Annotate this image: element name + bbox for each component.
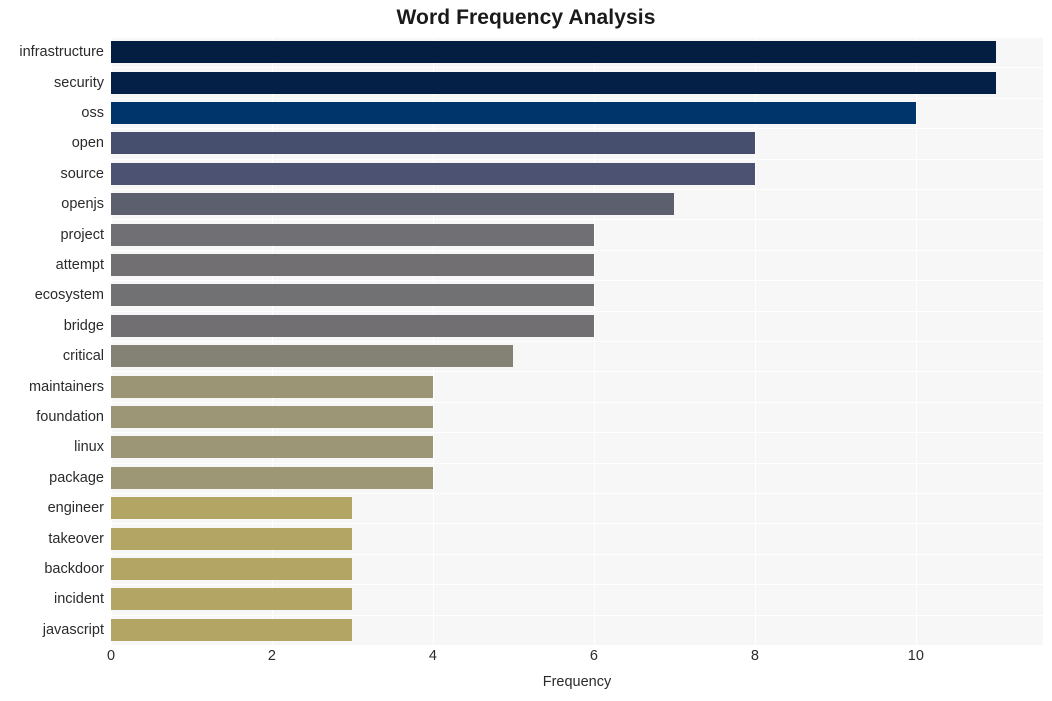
bar: [111, 436, 433, 459]
bar-row: [111, 280, 1043, 310]
bar: [111, 405, 433, 428]
bar: [111, 618, 353, 641]
y-axis-label: project: [60, 226, 104, 243]
plot-area: [111, 37, 1043, 646]
y-axis-label: critical: [62, 348, 104, 365]
bar-row: [111, 67, 1043, 97]
y-axis-label: incident: [54, 591, 104, 608]
bar: [111, 466, 433, 489]
bar: [111, 253, 594, 276]
bar: [111, 588, 353, 611]
bar-row: [111, 189, 1043, 219]
y-axis-label: backdoor: [44, 561, 104, 577]
x-axis-tick: 8: [750, 648, 759, 664]
x-axis-title: Frequency: [542, 674, 612, 690]
bar-row: [111, 402, 1043, 432]
x-axis-tick: 0: [106, 648, 116, 664]
x-axis-tick: 2: [267, 648, 276, 664]
y-axis-label: open: [71, 135, 104, 152]
x-axis-tick: 10: [907, 648, 924, 664]
gridline-horizontal: [111, 645, 1043, 646]
bar: [111, 41, 997, 64]
y-axis-label: bridge: [63, 317, 104, 334]
bar: [111, 132, 755, 155]
bar-row: [111, 128, 1043, 158]
bar: [111, 162, 755, 185]
bar-row: [111, 554, 1043, 584]
y-axis-label: security: [54, 74, 104, 91]
bar: [111, 557, 353, 580]
y-axis-label: foundation: [36, 409, 104, 425]
bar: [111, 375, 433, 398]
bar: [111, 284, 594, 307]
bar-row: [111, 311, 1043, 341]
x-axis-tick: 6: [589, 648, 598, 664]
bar: [111, 314, 594, 337]
bar-row: [111, 463, 1043, 493]
bar-row: [111, 159, 1043, 189]
bar-row: [111, 493, 1043, 523]
bar: [111, 497, 353, 520]
bar: [111, 193, 675, 216]
y-axis-label: infrastructure: [19, 44, 104, 61]
bar-row: [111, 98, 1043, 128]
y-axis-label: source: [60, 165, 104, 182]
bar: [111, 71, 997, 94]
y-axis-label: oss: [81, 105, 104, 121]
y-axis-label: maintainers: [29, 378, 104, 395]
x-axis-tick: 4: [428, 648, 437, 664]
bar: [111, 101, 916, 124]
bar-row: [111, 371, 1043, 401]
bar: [111, 223, 594, 246]
y-axis-category-labels: infrastructure security oss open source openj…: [0, 37, 104, 645]
y-axis-label: attempt: [55, 257, 104, 273]
word-frequency-bar-chart: Word Frequency Analysis infrastructure se…: [0, 0, 1052, 701]
bar-row: [111, 615, 1043, 645]
bar-row: [111, 250, 1043, 280]
bar: [111, 527, 353, 550]
y-axis-label: linux: [74, 439, 104, 456]
x-axis-tick-labels: 0 2 4 6 8 10: [0, 648, 1052, 672]
y-axis-label: ecosystem: [34, 287, 104, 304]
bar-row: [111, 432, 1043, 462]
bar-row: [111, 584, 1043, 614]
y-axis-label: openjs: [61, 196, 104, 213]
y-axis-label: package: [49, 469, 104, 486]
y-axis-label: takeover: [48, 530, 104, 547]
bar-row: [111, 219, 1043, 249]
bar-row: [111, 523, 1043, 553]
bar: [111, 345, 514, 368]
bar-row: [111, 37, 1043, 67]
bar-row: [111, 341, 1043, 371]
y-axis-label: javascript: [42, 621, 104, 638]
chart-title: Word Frequency Analysis: [396, 6, 656, 29]
y-axis-label: engineer: [47, 500, 104, 517]
